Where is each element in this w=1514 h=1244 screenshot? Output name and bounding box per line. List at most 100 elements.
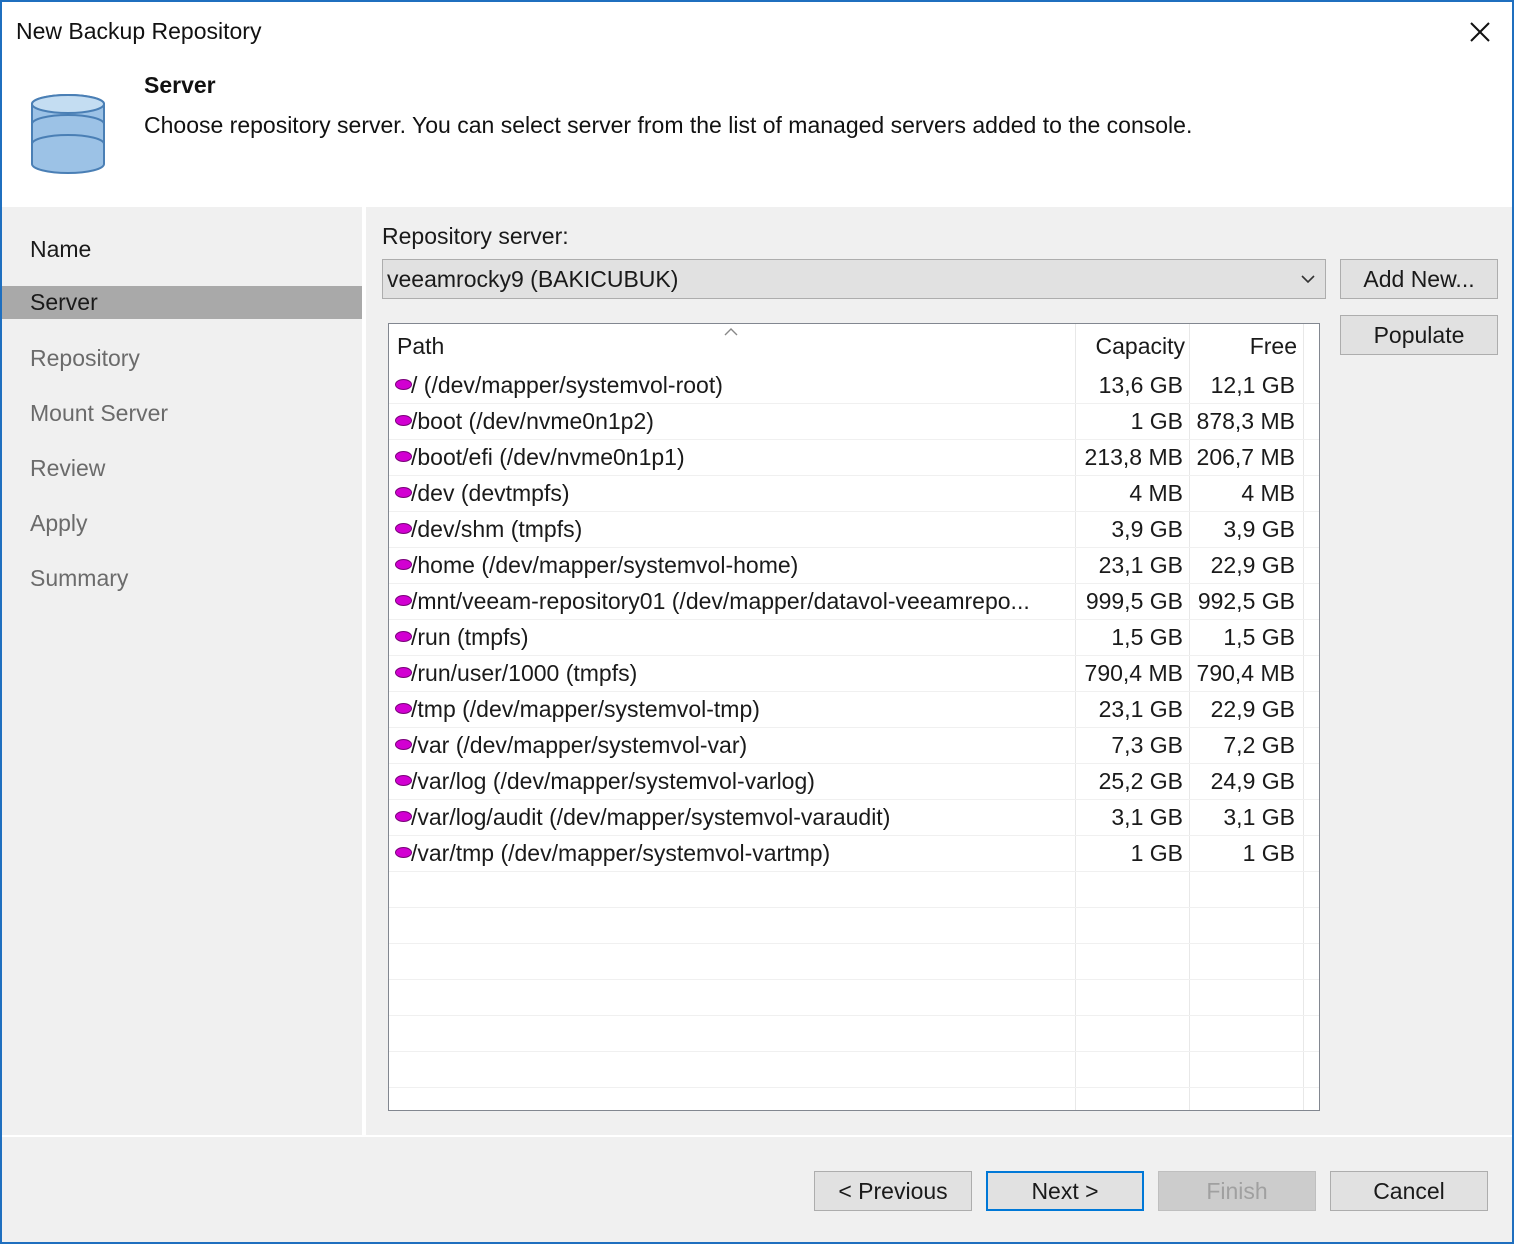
wizard-window: New Backup Repository Server Choose repo… <box>0 0 1514 1244</box>
empty-table-row <box>389 1016 1319 1052</box>
empty-table-row <box>389 908 1319 944</box>
cell-capacity: 999,5 GB <box>1085 588 1183 614</box>
wizard-steps-sidebar: Name Server Repository Mount Server Revi… <box>2 207 362 1135</box>
cell-path: /home (/dev/mapper/systemvol-home) <box>411 552 799 578</box>
add-new-button[interactable]: Add New... <box>1340 259 1498 299</box>
cell-capacity: 3,9 GB <box>1111 516 1183 542</box>
cell-path: /boot (/dev/nvme0n1p2) <box>411 408 654 434</box>
repository-server-dropdown[interactable]: veeamrocky9 (BAKICUBUK) <box>382 259 1326 299</box>
cell-capacity: 4 MB <box>1129 480 1183 506</box>
cancel-button[interactable]: Cancel <box>1330 1171 1488 1211</box>
cell-free: 1,5 GB <box>1223 624 1295 650</box>
table-row[interactable]: /var/log/audit (/dev/mapper/systemvol-va… <box>389 800 1319 836</box>
cell-free: 12,1 GB <box>1210 372 1295 398</box>
window-title: New Backup Repository <box>16 18 262 44</box>
populate-button[interactable]: Populate <box>1340 315 1498 355</box>
cell-free: 790,4 MB <box>1196 660 1295 686</box>
next-button[interactable]: Next > <box>986 1171 1144 1211</box>
empty-table-row <box>389 980 1319 1016</box>
table-header: Path Capacity Free <box>389 324 1319 368</box>
sidebar-item-review[interactable]: Review <box>2 452 362 485</box>
wizard-header: New Backup Repository Server Choose repo… <box>2 2 1512 207</box>
selected-server-value: veeamrocky9 (BAKICUBUK) <box>387 266 679 292</box>
volume-icon <box>395 703 412 714</box>
previous-button[interactable]: < Previous <box>814 1171 972 1211</box>
volume-icon <box>395 775 412 786</box>
table-row[interactable]: /dev/shm (tmpfs) 3,9 GB 3,9 GB <box>389 512 1319 548</box>
sidebar-item-repository[interactable]: Repository <box>2 342 362 375</box>
table-row[interactable]: /dev (devtmpfs) 4 MB 4 MB <box>389 476 1319 512</box>
cell-free: 878,3 MB <box>1196 408 1295 434</box>
cell-free: 1 GB <box>1242 840 1295 866</box>
volume-icon <box>395 487 412 498</box>
cell-path: /run (tmpfs) <box>411 624 529 650</box>
table-row[interactable]: /var/tmp (/dev/mapper/systemvol-vartmp) 1… <box>389 836 1319 872</box>
empty-table-row <box>389 872 1319 908</box>
cell-path: /tmp (/dev/mapper/systemvol-tmp) <box>411 696 760 722</box>
volume-icon <box>395 451 412 462</box>
cell-free: 3,9 GB <box>1223 516 1295 542</box>
cell-capacity: 1 GB <box>1130 408 1183 434</box>
table-row[interactable]: /var (/dev/mapper/systemvol-var) 7,3 GB 7,… <box>389 728 1319 764</box>
volume-icon <box>395 559 412 570</box>
table-row[interactable]: /home (/dev/mapper/systemvol-home) 23,1 G… <box>389 548 1319 584</box>
table-row[interactable]: /boot (/dev/nvme0n1p2) 1 GB 878,3 MB <box>389 404 1319 440</box>
volume-icon <box>395 379 412 390</box>
cell-capacity: 3,1 GB <box>1111 804 1183 830</box>
cell-free: 22,9 GB <box>1210 696 1295 722</box>
cell-path: /var/tmp (/dev/mapper/systemvol-vartmp) <box>411 840 831 866</box>
table-row[interactable]: / (/dev/mapper/systemvol-root) 13,6 GB 12,… <box>389 368 1319 404</box>
sidebar-item-mount-server[interactable]: Mount Server <box>2 397 362 430</box>
close-button[interactable] <box>1462 14 1498 50</box>
cell-capacity: 1 GB <box>1130 840 1183 866</box>
sidebar-item-apply[interactable]: Apply <box>2 507 362 540</box>
sidebar-item-summary[interactable]: Summary <box>2 562 362 595</box>
close-icon <box>1470 22 1490 42</box>
cell-path: /var/log/audit (/dev/mapper/systemvol-va… <box>411 804 891 830</box>
volume-table: Path Capacity Free / (/dev/mapper/system… <box>388 323 1320 1111</box>
cell-path: /dev (devtmpfs) <box>411 480 570 506</box>
table-row[interactable]: /mnt/veeam-repository01 (/dev/mapper/dat… <box>389 584 1319 620</box>
cell-capacity: 7,3 GB <box>1111 732 1183 758</box>
empty-table-row <box>389 944 1319 980</box>
cell-path: /boot/efi (/dev/nvme0n1p1) <box>411 444 685 470</box>
volume-icon <box>395 631 412 642</box>
volume-icon <box>395 739 412 750</box>
cell-path: /var/log (/dev/mapper/systemvol-varlog) <box>411 768 815 794</box>
cell-free: 24,9 GB <box>1210 768 1295 794</box>
table-row[interactable]: /run (tmpfs) 1,5 GB 1,5 GB <box>389 620 1319 656</box>
chevron-down-icon <box>1301 275 1315 284</box>
volume-icon <box>395 811 412 822</box>
volume-icon <box>395 523 412 534</box>
table-row[interactable]: /run/user/1000 (tmpfs) 790,4 MB 790,4 MB <box>389 656 1319 692</box>
cell-path: /run/user/1000 (tmpfs) <box>411 660 638 686</box>
sidebar-item-server[interactable]: Server <box>2 286 362 319</box>
cell-path: /mnt/veeam-repository01 (/dev/mapper/dat… <box>411 588 1030 614</box>
empty-table-row <box>389 1052 1319 1088</box>
cell-free: 992,5 GB <box>1197 588 1295 614</box>
volume-icon <box>395 415 412 426</box>
volume-icon <box>395 595 412 606</box>
footer-divider <box>2 1135 1512 1137</box>
cell-path: /var (/dev/mapper/systemvol-var) <box>411 732 748 758</box>
sort-ascending-icon <box>724 328 738 336</box>
sidebar-item-name[interactable]: Name <box>2 233 362 266</box>
table-row[interactable]: /tmp (/dev/mapper/systemvol-tmp) 23,1 GB 2… <box>389 692 1319 728</box>
table-row[interactable]: /boot/efi (/dev/nvme0n1p1) 213,8 MB 206,7 … <box>389 440 1319 476</box>
cell-capacity: 23,1 GB <box>1098 696 1183 722</box>
repository-server-label: Repository server: <box>382 223 569 249</box>
column-header-free[interactable]: Free <box>1191 324 1297 368</box>
cell-capacity: 790,4 MB <box>1084 660 1183 686</box>
cell-path: / (/dev/mapper/systemvol-root) <box>411 372 723 398</box>
cell-capacity: 23,1 GB <box>1098 552 1183 578</box>
cell-free: 206,7 MB <box>1196 444 1295 470</box>
column-header-capacity[interactable]: Capacity <box>1077 324 1185 368</box>
cell-path: /dev/shm (tmpfs) <box>411 516 583 542</box>
step-title: Server <box>144 72 216 98</box>
volume-icon <box>395 847 412 858</box>
finish-button[interactable]: Finish <box>1158 1171 1316 1211</box>
database-icon <box>28 90 108 186</box>
table-row[interactable]: /var/log (/dev/mapper/systemvol-varlog) 2… <box>389 764 1319 800</box>
cell-capacity: 13,6 GB <box>1098 372 1183 398</box>
cell-capacity: 25,2 GB <box>1098 768 1183 794</box>
